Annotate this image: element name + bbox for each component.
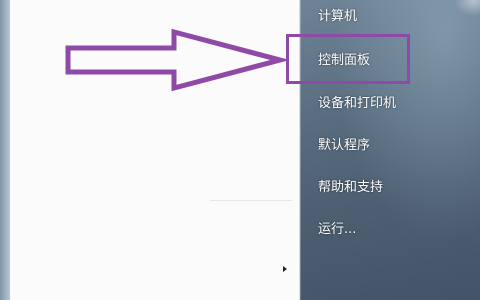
- menu-item-label: 设备和打印机: [318, 96, 397, 111]
- glow-decoration: [454, 0, 480, 16]
- menu-separator: [210, 200, 292, 201]
- arrow-right-outline-icon: [65, 28, 290, 92]
- menu-item-devices-printers[interactable]: 设备和打印机: [318, 93, 396, 115]
- submenu-arrow-icon[interactable]: [283, 266, 287, 272]
- menu-item-computer[interactable]: 计算机: [318, 6, 357, 28]
- menu-item-help-support[interactable]: 帮助和支持: [318, 177, 383, 199]
- menu-item-run[interactable]: 运行...: [318, 219, 356, 241]
- menu-item-label: 运行...: [318, 222, 357, 237]
- menu-item-default-programs[interactable]: 默认程序: [318, 135, 370, 157]
- window-edge: [0, 0, 10, 300]
- highlight-box: [286, 34, 410, 84]
- menu-item-label: 帮助和支持: [318, 180, 384, 195]
- menu-item-label: 计算机: [318, 9, 358, 24]
- menu-item-label: 默认程序: [318, 138, 371, 153]
